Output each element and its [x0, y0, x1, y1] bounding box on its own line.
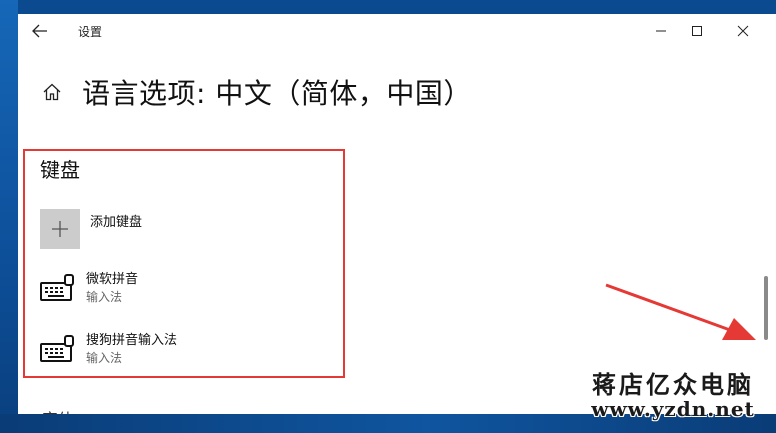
- maximize-icon: [692, 26, 702, 36]
- watermark: 蒋店亿众电脑 www.yzdn.net: [578, 370, 768, 421]
- watermark-text: 蒋店亿众电脑: [592, 370, 754, 399]
- add-keyboard-button[interactable]: 添加键盘: [40, 209, 330, 249]
- minimize-icon: [656, 30, 666, 32]
- add-keyboard-label: 添加键盘: [90, 215, 143, 230]
- keyboard-icon: [40, 274, 74, 301]
- home-button[interactable]: [40, 80, 64, 104]
- keyboard-item-type: 输入法: [86, 351, 123, 365]
- title-bar: 设置: [18, 14, 776, 48]
- back-button[interactable]: [28, 20, 52, 42]
- close-button[interactable]: [720, 14, 766, 48]
- keyboard-item-type: 输入法: [86, 290, 123, 304]
- page-title: 语言选项: 中文（简体，中国）: [82, 77, 472, 110]
- add-tile: [40, 209, 80, 249]
- page-header: 语言选项: 中文（简体，中国）: [40, 72, 472, 112]
- keyboard-item-sogou-pinyin[interactable]: 搜狗拼音输入法 输入法: [40, 329, 330, 373]
- plus-icon: [52, 221, 68, 237]
- home-icon: [43, 83, 61, 101]
- keyboard-item-name: 微软拼音: [86, 272, 139, 287]
- vertical-scrollbar[interactable]: [764, 276, 768, 340]
- keyboard-item-microsoft-pinyin[interactable]: 微软拼音 输入法: [40, 268, 330, 312]
- desktop-background-left: [0, 0, 18, 433]
- maximize-button[interactable]: [674, 14, 720, 48]
- keyboard-icon: [40, 335, 74, 362]
- back-arrow-icon: [32, 24, 47, 38]
- watermark-url: www.yzdn.net: [591, 397, 755, 421]
- keyboard-item-name: 搜狗拼音输入法: [86, 333, 178, 348]
- settings-window: 设置 语言选项: 中文（简体，中国） 键盘 添加键盘 微软拼音 输入法 搜狗拼音…: [18, 14, 776, 415]
- close-icon: [737, 25, 749, 37]
- keyboard-section-title: 键盘: [40, 158, 80, 182]
- app-title: 设置: [78, 25, 103, 39]
